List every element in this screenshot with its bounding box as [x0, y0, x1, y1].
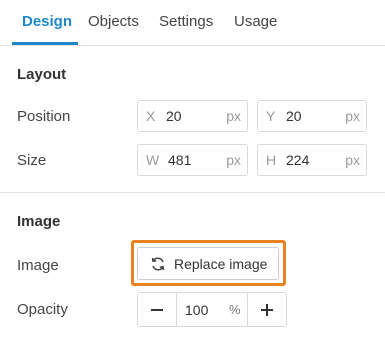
- size-h-field[interactable]: H 224 px: [257, 144, 367, 176]
- replace-image-label: Replace image: [174, 256, 268, 272]
- y-unit: px: [345, 108, 360, 124]
- section-divider: [0, 192, 385, 193]
- y-value: 20: [286, 108, 302, 124]
- w-value: 481: [168, 152, 192, 168]
- tab-bar: Design Objects Settings Usage: [0, 0, 385, 46]
- w-unit: px: [226, 152, 241, 168]
- opacity-decrease-button[interactable]: [138, 293, 177, 326]
- position-x-field[interactable]: X 20 px: [137, 100, 248, 132]
- size-label: Size: [17, 152, 47, 169]
- properties-panel: Design Objects Settings Usage Layout Pos…: [0, 0, 385, 340]
- refresh-icon: [151, 257, 165, 271]
- opacity-unit: %: [229, 302, 241, 317]
- tab-design[interactable]: Design: [22, 13, 72, 30]
- x-prefix: X: [146, 108, 156, 124]
- x-value: 20: [166, 108, 182, 124]
- replace-image-button[interactable]: Replace image: [137, 247, 279, 280]
- active-tab-indicator: [12, 42, 78, 45]
- opacity-value[interactable]: 100: [185, 302, 208, 318]
- tab-settings[interactable]: Settings: [159, 13, 213, 30]
- layout-section-title: Layout: [17, 66, 67, 83]
- w-prefix: W: [146, 152, 160, 168]
- position-label: Position: [17, 108, 71, 125]
- opacity-increase-button[interactable]: [247, 293, 286, 326]
- tab-usage[interactable]: Usage: [234, 13, 277, 30]
- x-unit: px: [226, 108, 241, 124]
- opacity-label: Opacity: [17, 301, 68, 318]
- position-y-field[interactable]: Y 20 px: [257, 100, 367, 132]
- y-prefix: Y: [266, 108, 276, 124]
- minus-icon: [151, 309, 163, 311]
- size-w-field[interactable]: W 481 px: [137, 144, 248, 176]
- image-section-title: Image: [17, 213, 61, 230]
- image-label: Image: [17, 257, 59, 274]
- h-unit: px: [345, 152, 360, 168]
- opacity-stepper: 100 %: [137, 292, 287, 327]
- h-value: 224: [286, 152, 310, 168]
- h-prefix: H: [266, 152, 277, 168]
- tab-objects[interactable]: Objects: [88, 13, 139, 30]
